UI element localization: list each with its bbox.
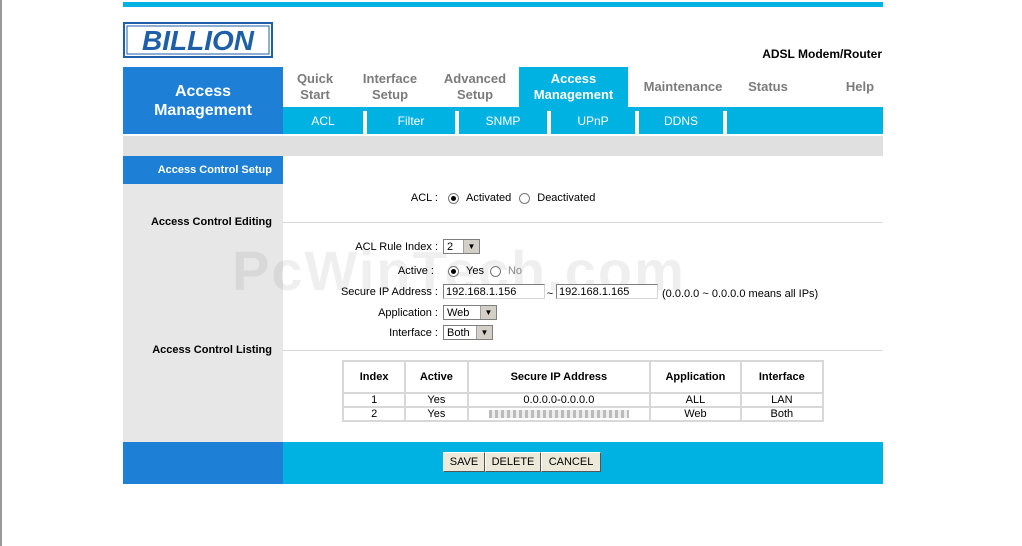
acl-activated-label: Activated [466,192,512,204]
active-radio-group: Yes No [448,265,522,277]
save-button[interactable]: SAVE [443,452,485,472]
chevron-down-icon: ▼ [480,306,496,319]
divider [283,350,883,351]
billion-logo: BILLION [123,22,273,58]
active-label: Active : [397,265,434,277]
subnav-ddns[interactable]: DDNS [639,107,723,134]
table-header-row: Index Active Secure IP Address Applicati… [341,360,825,394]
nav-help[interactable]: Help [833,67,887,107]
active-yes-radio[interactable] [448,265,459,277]
application-label: Application : [378,307,438,319]
rule-index-label: ACL Rule Index : [355,241,438,253]
acl-deactivated-radio[interactable] [519,192,531,204]
section-header-band [123,136,883,156]
secure-ip-label: Secure IP Address : [340,286,438,298]
top-accent-bar [123,2,883,7]
column-header-secure-ip: Secure IP Address [466,360,652,394]
main-nav: Quick Start Interface Setup Advanced Set… [283,67,883,107]
interface-select[interactable]: Both ▼ [443,325,493,340]
divider [283,222,883,223]
ip-separator: ~ [546,288,554,300]
column-header-interface: Interface [739,360,825,394]
cell-active: Yes [404,392,469,408]
table-row: 2 Yes Web Both [341,406,825,422]
acl-radio-group: Activated Deactivated [448,192,595,204]
column-header-active: Active [404,360,469,394]
ip-start-input[interactable]: 192.168.1.156 [443,284,545,299]
subnav-acl[interactable]: ACL [283,107,363,134]
interface-value: Both [447,326,470,339]
cell-index: 1 [341,392,407,408]
page-title: Access Management [123,67,283,134]
side-access-control-listing: Access Control Listing [152,344,272,356]
side-access-control-editing: Access Control Editing [150,216,272,228]
cell-application: Web [649,406,742,422]
ip-end-input[interactable]: 192.168.1.165 [556,284,658,299]
window-left-border [0,0,2,546]
application-value: Web [447,306,470,319]
footer-left [123,442,283,484]
nav-advanced-setup[interactable]: Advanced Setup [435,67,515,107]
cell-interface: Both [739,406,825,422]
chevron-down-icon: ▼ [476,326,492,339]
interface-label: Interface : [389,327,438,339]
rule-index-value: 2 [447,240,454,253]
chevron-down-icon: ▼ [463,240,479,253]
delete-button[interactable]: DELETE [485,452,541,472]
page-title-text: Access Management [154,82,252,119]
nav-status[interactable]: Status [738,67,798,107]
subnav-upnp[interactable]: UPnP [551,107,635,134]
ip-hint: (0.0.0.0 ~ 0.0.0.0 means all IPs) [662,288,819,300]
cell-index: 2 [341,406,407,422]
side-access-control-setup: Access Control Setup [123,156,283,184]
cell-secure-ip: 0.0.0.0-0.0.0.0 [466,392,652,408]
acl-activated-radio[interactable] [448,192,459,204]
application-select[interactable]: Web ▼ [443,305,497,320]
subnav-filter[interactable]: Filter [367,107,455,134]
logo-text: BILLION [142,25,255,56]
table-row: 1 Yes 0.0.0.0-0.0.0.0 ALL LAN [341,392,825,408]
cancel-button[interactable]: CANCEL [541,452,601,472]
nav-maintenance[interactable]: Maintenance [635,67,731,107]
acl-label: ACL : [410,192,438,204]
column-header-index: Index [341,360,407,394]
cell-interface: LAN [739,392,825,408]
product-name: ADSL Modem/Router [762,47,882,61]
cell-application: ALL [649,392,742,408]
active-yes-label: Yes [466,265,484,277]
nav-access-management[interactable]: Access Management [519,67,628,107]
cell-secure-ip [466,406,652,422]
acl-listing-table: Index Active Secure IP Address Applicati… [341,360,825,422]
rule-index-select[interactable]: 2 ▼ [443,239,480,254]
sub-nav: ACL Filter SNMP UPnP DDNS [283,107,883,134]
active-no-radio[interactable] [489,265,501,277]
subnav-separator [723,111,727,134]
acl-deactivated-label: Deactivated [537,192,596,204]
subnav-snmp[interactable]: SNMP [459,107,547,134]
nav-quick-start[interactable]: Quick Start [283,67,347,107]
cell-active: Yes [404,406,469,422]
redacted-ip [488,410,629,419]
column-header-application: Application [649,360,742,394]
nav-interface-setup[interactable]: Interface Setup [353,67,427,107]
active-no-label: No [507,265,523,277]
